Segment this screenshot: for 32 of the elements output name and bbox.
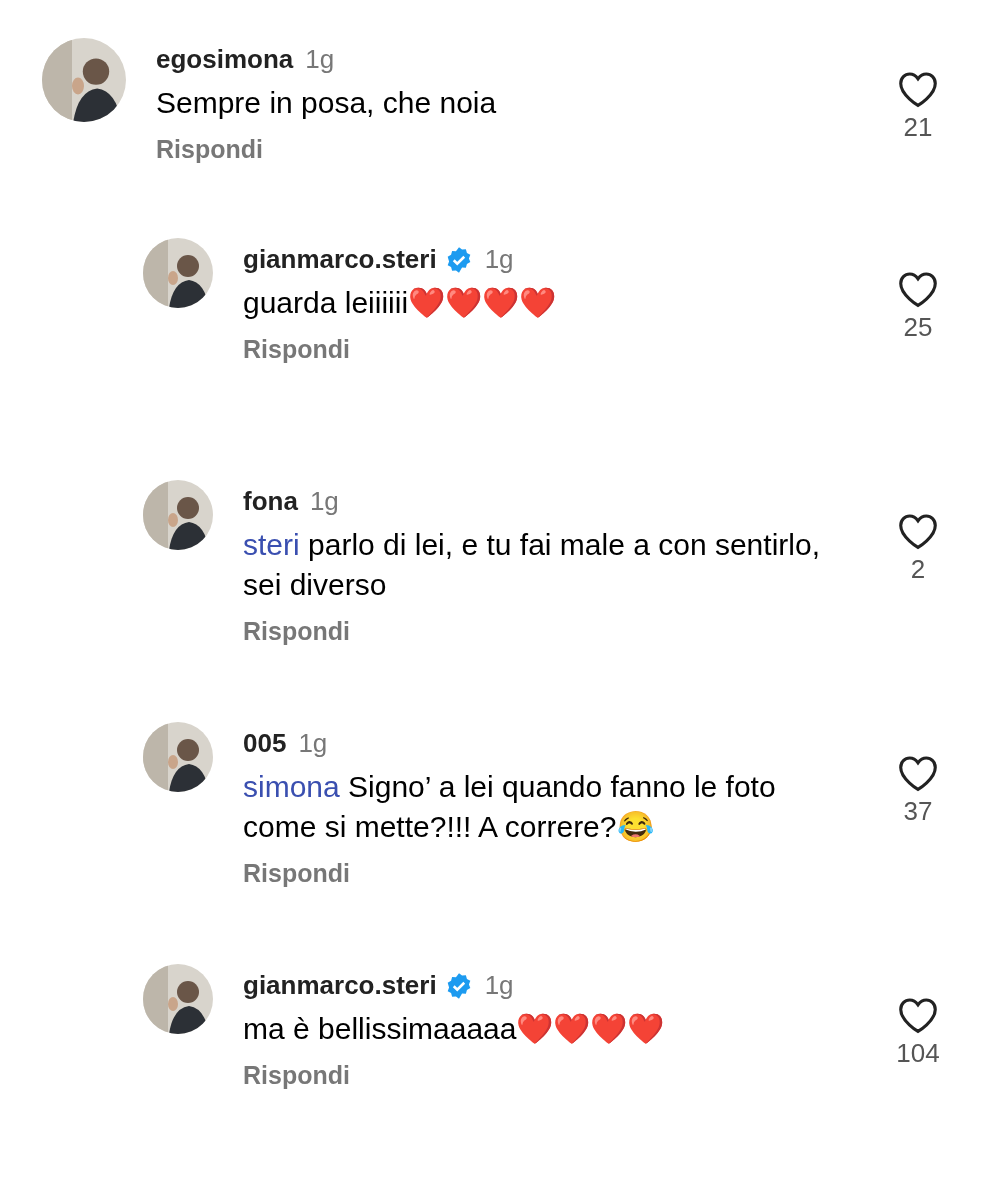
reply-link[interactable]: Rispondi — [243, 331, 350, 369]
comment-time: 1g — [305, 43, 335, 76]
username[interactable]: fona — [243, 482, 298, 521]
mention-link[interactable]: steri — [243, 528, 300, 561]
username[interactable]: egosimona — [156, 40, 294, 79]
comment-time: 1g — [484, 969, 514, 1002]
like-count: 25 — [903, 311, 933, 344]
like-count: 104 — [896, 1037, 940, 1070]
heart-icon[interactable] — [897, 70, 939, 108]
like-count: 2 — [910, 553, 926, 586]
comment-text: steri parlo di lei, e tu fai male a con sentirlo, sei diverso — [243, 527, 821, 603]
mention-link[interactable]: simona — [243, 770, 340, 803]
comment-time: 1g — [309, 485, 339, 518]
comment-text: simona Signo’ a lei quando fanno le foto come si mette?!!! A correre?😂 — [243, 769, 777, 845]
username[interactable]: gianmarco.steri — [243, 966, 437, 1005]
heart-icon[interactable] — [897, 754, 939, 792]
heart-icon[interactable] — [897, 270, 939, 308]
reply-link[interactable]: Rispondi — [243, 613, 350, 651]
comment-text: guarda leiiiiii❤❤❤❤ — [243, 285, 558, 321]
comment-time: 1g — [484, 243, 514, 276]
reply-link[interactable]: Rispondi — [243, 1057, 350, 1095]
username[interactable]: gianmarco.steri — [243, 240, 437, 279]
reply-link[interactable]: Rispondi — [243, 855, 350, 893]
comment-text: Sempre in posa, che noia — [156, 85, 498, 121]
heart-icon[interactable] — [897, 996, 939, 1034]
like-count: 37 — [903, 795, 933, 828]
reply-link[interactable]: Rispondi — [156, 131, 263, 169]
username[interactable]: 005 — [243, 724, 287, 763]
like-count: 21 — [903, 111, 933, 144]
heart-icon[interactable] — [897, 512, 939, 550]
comment-text: ma è bellissimaaaaa❤❤❤❤ — [243, 1011, 666, 1047]
comment-time: 1g — [298, 727, 328, 760]
